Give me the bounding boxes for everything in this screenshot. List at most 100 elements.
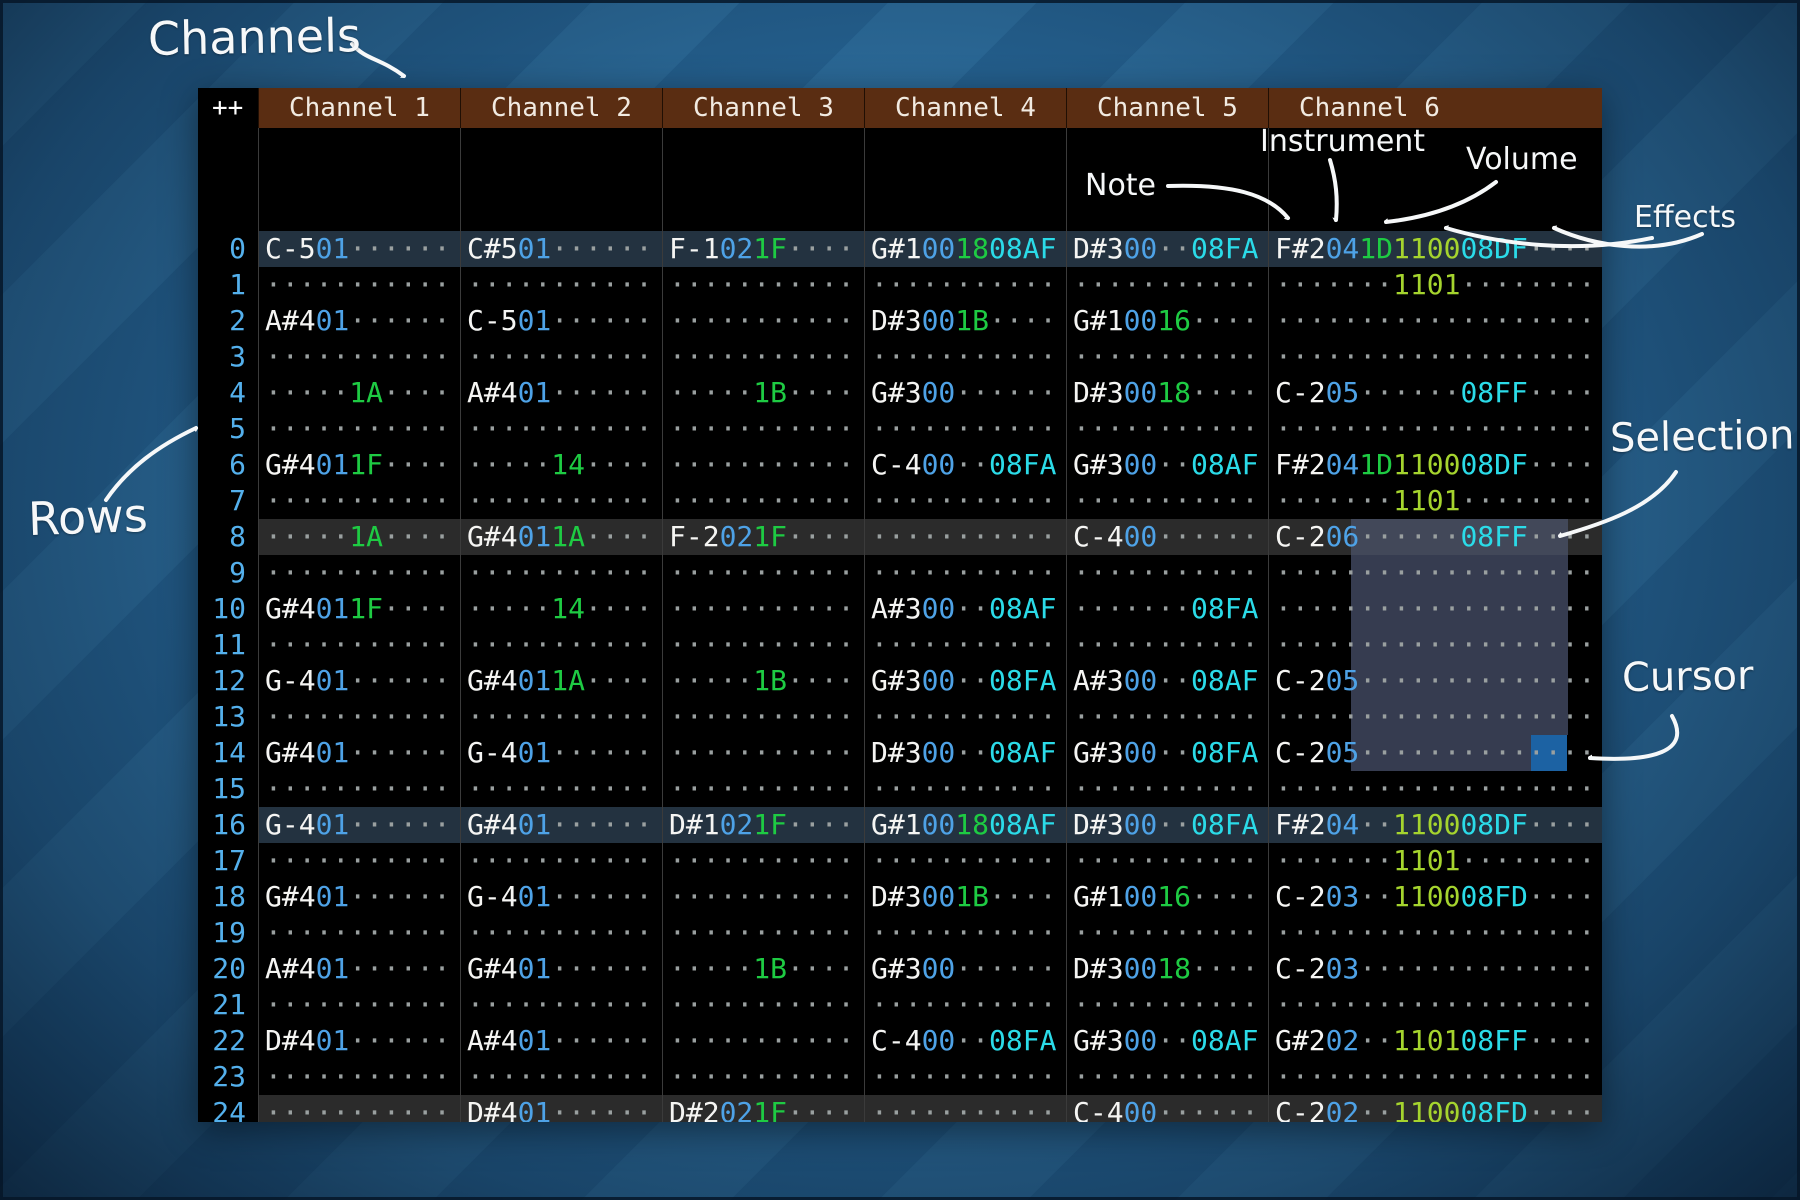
pattern-cell[interactable]: ··········· (662, 339, 864, 375)
pattern-cell[interactable]: A#401······ (258, 303, 460, 339)
pattern-cell[interactable]: C-501······ (258, 231, 460, 267)
pattern-cell[interactable]: ··········· (1066, 987, 1268, 1023)
pattern-cell[interactable]: ··········· (460, 411, 662, 447)
pattern-cell[interactable]: G#300··08FA (864, 663, 1066, 699)
pattern-cell[interactable]: ··················· (1268, 339, 1602, 375)
pattern-cell[interactable]: A#401······ (460, 375, 662, 411)
pattern-cell[interactable]: ··········· (258, 267, 460, 303)
pattern-cell[interactable]: ·····1B···· (662, 951, 864, 987)
pattern-cell[interactable]: C-203·············· (1268, 951, 1602, 987)
pattern-cell[interactable]: ··········· (864, 627, 1066, 663)
pattern-cell[interactable]: ·······1101········ (1268, 267, 1602, 303)
pattern-cell[interactable]: F-2021F···· (662, 519, 864, 555)
pattern-cell[interactable]: ··················· (1268, 627, 1602, 663)
pattern-cell[interactable]: ··········· (258, 411, 460, 447)
pattern-cell[interactable]: A#401······ (460, 1023, 662, 1059)
pattern-cell[interactable]: ··········· (258, 483, 460, 519)
pattern-cell[interactable]: C-206······08FF···· (1268, 519, 1602, 555)
pattern-cell[interactable]: G#1001808AF (864, 231, 1066, 267)
pattern-cell[interactable]: ··········· (258, 699, 460, 735)
pattern-cell[interactable]: ··········· (258, 555, 460, 591)
pattern-cell[interactable]: ··········· (662, 771, 864, 807)
pattern-cell[interactable]: C-202··110008FD···· (1268, 1095, 1602, 1122)
pattern-cell[interactable]: ·······08FA (1066, 591, 1268, 627)
pattern-cell[interactable]: ··················· (1268, 555, 1602, 591)
pattern-cell[interactable]: D#401······ (460, 1095, 662, 1122)
pattern-cell[interactable]: ·····1B···· (662, 375, 864, 411)
pattern-cell[interactable]: ··········· (864, 411, 1066, 447)
pattern-cell[interactable]: D#300··08FA (1066, 231, 1268, 267)
pattern-cell[interactable]: ·····1A···· (258, 519, 460, 555)
pattern-cell[interactable]: ··········· (662, 627, 864, 663)
pattern-cell[interactable]: ··················· (1268, 987, 1602, 1023)
pattern-cell[interactable]: G#10016···· (1066, 879, 1268, 915)
pattern-cell[interactable]: D#300··08AF (864, 735, 1066, 771)
pattern-cell[interactable]: ··········· (460, 339, 662, 375)
pattern-cell[interactable]: ··················· (1268, 1059, 1602, 1095)
pattern-cell[interactable]: ··········· (1066, 915, 1268, 951)
pattern-cell[interactable]: G#401······ (460, 807, 662, 843)
pattern-cell[interactable]: ··········· (1066, 267, 1268, 303)
pattern-cell[interactable]: C-203··110008FD···· (1268, 879, 1602, 915)
pattern-cell[interactable]: ·······1101········ (1268, 483, 1602, 519)
pattern-cell[interactable]: ··········· (460, 483, 662, 519)
pattern-cell[interactable]: ··········· (258, 627, 460, 663)
pattern-cell[interactable]: ··········· (662, 591, 864, 627)
pattern-cell[interactable]: C-205······08FF···· (1268, 375, 1602, 411)
pattern-cell[interactable]: G#300··08AF (1066, 1023, 1268, 1059)
pattern-cell[interactable]: ·····14···· (460, 591, 662, 627)
pattern-cell[interactable]: ··········· (662, 447, 864, 483)
pattern-cell[interactable]: F#2041D110008DF···· (1268, 231, 1602, 267)
pattern-cell[interactable]: G#300··08FA (1066, 735, 1268, 771)
channel-header[interactable]: Channel 3 (662, 88, 864, 128)
pattern-cell[interactable]: ··········· (662, 699, 864, 735)
pattern-cell[interactable]: ··········· (460, 267, 662, 303)
pattern-cell[interactable]: D#3001B···· (864, 879, 1066, 915)
pattern-cell[interactable]: ··········· (662, 843, 864, 879)
pattern-cell[interactable]: G#1001808AF (864, 807, 1066, 843)
pattern-cell[interactable]: ··················· (1268, 591, 1602, 627)
pattern-cell[interactable]: ··········· (662, 555, 864, 591)
pattern-cell[interactable]: ··········· (864, 1095, 1066, 1122)
pattern-cell[interactable]: G-401······ (258, 807, 460, 843)
pattern-cell[interactable]: ··········· (864, 267, 1066, 303)
pattern-cell[interactable]: C-205·············· (1268, 735, 1602, 771)
pattern-cell[interactable]: ··········· (864, 555, 1066, 591)
pattern-cell[interactable]: ··········· (460, 1059, 662, 1095)
pattern-cell[interactable]: G-401······ (258, 663, 460, 699)
pattern-cell[interactable]: D#30018···· (1066, 375, 1268, 411)
pattern-cell[interactable]: F-1021F···· (662, 231, 864, 267)
channel-header[interactable]: Channel 6 (1268, 88, 1602, 128)
pattern-cell[interactable]: G#300··08AF (1066, 447, 1268, 483)
pattern-cell[interactable]: A#300··08AF (1066, 663, 1268, 699)
pattern-cell[interactable]: ··········· (662, 735, 864, 771)
pattern-cell[interactable]: D#300··08FA (1066, 807, 1268, 843)
pattern-cell[interactable]: ··········· (460, 987, 662, 1023)
pattern-cell[interactable]: ··········· (1066, 843, 1268, 879)
pattern-cell[interactable]: C#501······ (460, 231, 662, 267)
pattern-cell[interactable]: ··········· (662, 483, 864, 519)
pattern-cell[interactable]: A#300··08AF (864, 591, 1066, 627)
pattern-cell[interactable]: ··········· (258, 1095, 460, 1122)
pattern-cell[interactable]: ··········· (662, 879, 864, 915)
pattern-cell[interactable]: C-400······ (1066, 1095, 1268, 1122)
pattern-cell[interactable]: A#401······ (258, 951, 460, 987)
pattern-cell[interactable]: G-401······ (460, 879, 662, 915)
pattern-cell[interactable]: ··········· (460, 699, 662, 735)
pattern-cell[interactable]: ··········· (258, 771, 460, 807)
pattern-cell[interactable]: ··········· (864, 915, 1066, 951)
pattern-cell[interactable]: D#3001B···· (864, 303, 1066, 339)
pattern-cell[interactable]: ··········· (1066, 555, 1268, 591)
pattern-cell[interactable]: ··········· (864, 699, 1066, 735)
pattern-cell[interactable]: ··················· (1268, 411, 1602, 447)
channel-header[interactable]: Channel 5 (1066, 88, 1268, 128)
pattern-cell[interactable]: ··········· (864, 987, 1066, 1023)
pattern-cell[interactable]: D#30018···· (1066, 951, 1268, 987)
pattern-cell[interactable]: ··················· (1268, 699, 1602, 735)
pattern-cell[interactable]: C-400··08FA (864, 447, 1066, 483)
pattern-cell[interactable]: ··········· (1066, 411, 1268, 447)
pattern-cell[interactable]: ··········· (258, 339, 460, 375)
pattern-cell[interactable]: G#4011A···· (460, 519, 662, 555)
pattern-cell[interactable]: ··········· (662, 987, 864, 1023)
pattern-cell[interactable]: ··········· (460, 771, 662, 807)
